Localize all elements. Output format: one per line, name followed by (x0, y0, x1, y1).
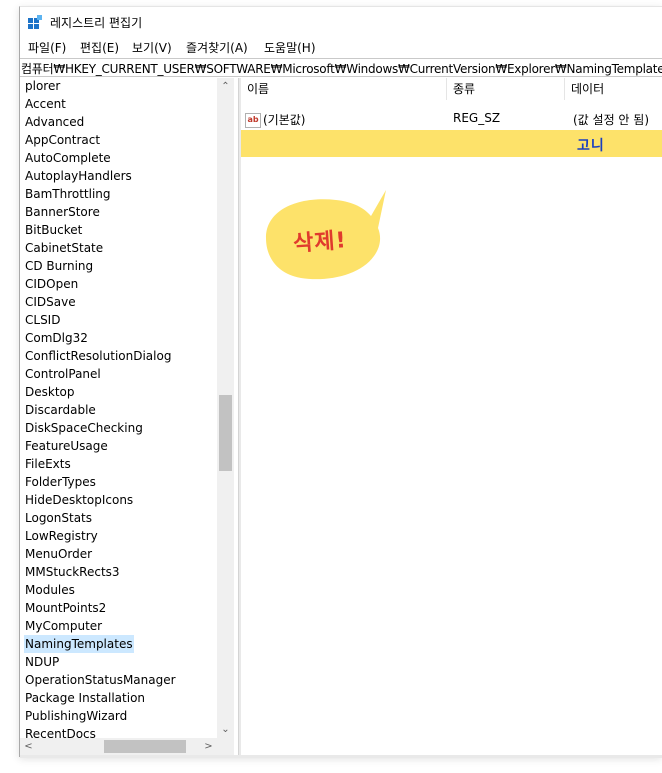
vertical-scroll-thumb[interactable] (219, 395, 232, 471)
tree-item[interactable]: HideDesktopIcons (24, 491, 134, 509)
tree-item[interactable]: CD Burning (24, 257, 94, 275)
registry-editor-icon (28, 15, 42, 29)
value-type: REG_SZ (453, 111, 501, 125)
tree-item[interactable]: Accent (24, 95, 67, 113)
tree-item[interactable]: Desktop (24, 383, 76, 401)
tree-item[interactable]: CabinetState (24, 239, 104, 257)
tree-item[interactable]: CLSID (24, 311, 61, 329)
tree-item[interactable]: ControlPanel (24, 365, 102, 383)
tree-item[interactable]: MenuOrder (24, 545, 93, 563)
menu-edit[interactable]: 편집(E) (80, 39, 119, 56)
value-data: (값 설정 안 됨) (573, 113, 650, 127)
menu-help[interactable]: 도움말(H) (264, 39, 316, 56)
column-header-type[interactable]: 종류 (447, 78, 565, 100)
tree-item[interactable]: MountPoints2 (24, 599, 107, 617)
tree-item[interactable]: AutoComplete (24, 149, 112, 167)
value-name: (기본값) (263, 113, 306, 127)
window-bottom-edge (20, 755, 662, 758)
tree-item[interactable]: Advanced (24, 113, 85, 131)
tree-item[interactable]: BannerStore (24, 203, 101, 221)
value-row-default[interactable]: ab (기본값) (245, 111, 305, 128)
tree-item[interactable]: Discardable (24, 401, 97, 419)
column-header-name[interactable]: 이름 (241, 78, 447, 100)
address-bar[interactable]: 컴퓨터₩HKEY_CURRENT_USER₩SOFTWARE₩Microsoft… (20, 58, 662, 77)
tree-item[interactable]: BitBucket (24, 221, 83, 239)
tree-item[interactable]: PublishingWizard (24, 707, 128, 725)
scroll-left-icon[interactable]: < (20, 738, 37, 755)
tree-item[interactable]: NDUP (24, 653, 60, 671)
scroll-up-icon[interactable]: ⌃ (217, 78, 234, 95)
tree-item[interactable]: OperationStatusManager (24, 671, 177, 689)
tree-item[interactable]: LogonStats (24, 509, 93, 527)
window-title: 레지스트리 편집기 (50, 16, 143, 30)
tree-item[interactable]: BamThrottling (24, 185, 112, 203)
menu-file[interactable]: 파일(F) (28, 39, 66, 56)
tree-item[interactable]: ConflictResolutionDialog (24, 347, 172, 365)
address-path[interactable]: 컴퓨터₩HKEY_CURRENT_USER₩SOFTWARE₩Microsoft… (21, 60, 662, 77)
tree-item-naming-templates-selected[interactable]: NamingTemplates (24, 635, 134, 653)
tree-item[interactable]: FileExts (24, 455, 72, 473)
tree-item[interactable]: CIDOpen (24, 275, 79, 293)
key-tree-pane: plorer Accent Advanced AppContract AutoC… (20, 78, 238, 741)
string-value-icon: ab (245, 113, 261, 128)
tree-item[interactable]: MMStuckRects3 (24, 563, 121, 581)
horizontal-scroll-thumb[interactable] (104, 740, 186, 753)
tree-item[interactable]: DiskSpaceChecking (24, 419, 144, 437)
tree-item[interactable]: Modules (24, 581, 76, 599)
tree-item[interactable]: FeatureUsage (24, 437, 109, 455)
scroll-down-icon[interactable]: ⌄ (217, 721, 234, 738)
tree-vertical-scrollbar[interactable]: ⌃ ⌄ (217, 78, 234, 742)
tree-horizontal-scrollbar[interactable]: < > (20, 738, 234, 755)
title-bar: 레지스트리 편집기 (20, 7, 662, 37)
menu-favorites[interactable]: 즐겨찾기(A) (186, 39, 248, 56)
scroll-right-icon[interactable]: > (200, 738, 217, 755)
delete-annotation: 삭제! (292, 228, 348, 257)
highlight-annotation: 고니 (577, 138, 605, 154)
tree-item-explorer[interactable]: plorer (24, 78, 61, 95)
tree-item[interactable]: AutoplayHandlers (24, 167, 133, 185)
tree-item[interactable]: CIDSave (24, 293, 77, 311)
registry-editor-window: 레지스트리 편집기 파일(F) 편집(E) 보기(V) 즐겨찾기(A) 도움말(… (19, 6, 662, 758)
column-header-data[interactable]: 데이터 (565, 78, 662, 100)
menu-bar: 파일(F) 편집(E) 보기(V) 즐겨찾기(A) 도움말(H) (20, 37, 662, 57)
tree-item[interactable]: MyComputer (24, 617, 103, 635)
values-list-pane: 이름 종류 데이터 ab (기본값) REG_SZ (값 설정 안 됨) 고니 삭… (241, 78, 662, 755)
tree-item[interactable]: AppContract (24, 131, 101, 149)
menu-view[interactable]: 보기(V) (132, 39, 172, 56)
tree-item[interactable]: Package Installation (24, 689, 146, 707)
tree-item[interactable]: LowRegistry (24, 527, 99, 545)
tree-item[interactable]: FolderTypes (24, 473, 97, 491)
tree-item[interactable]: ComDlg32 (24, 329, 89, 347)
